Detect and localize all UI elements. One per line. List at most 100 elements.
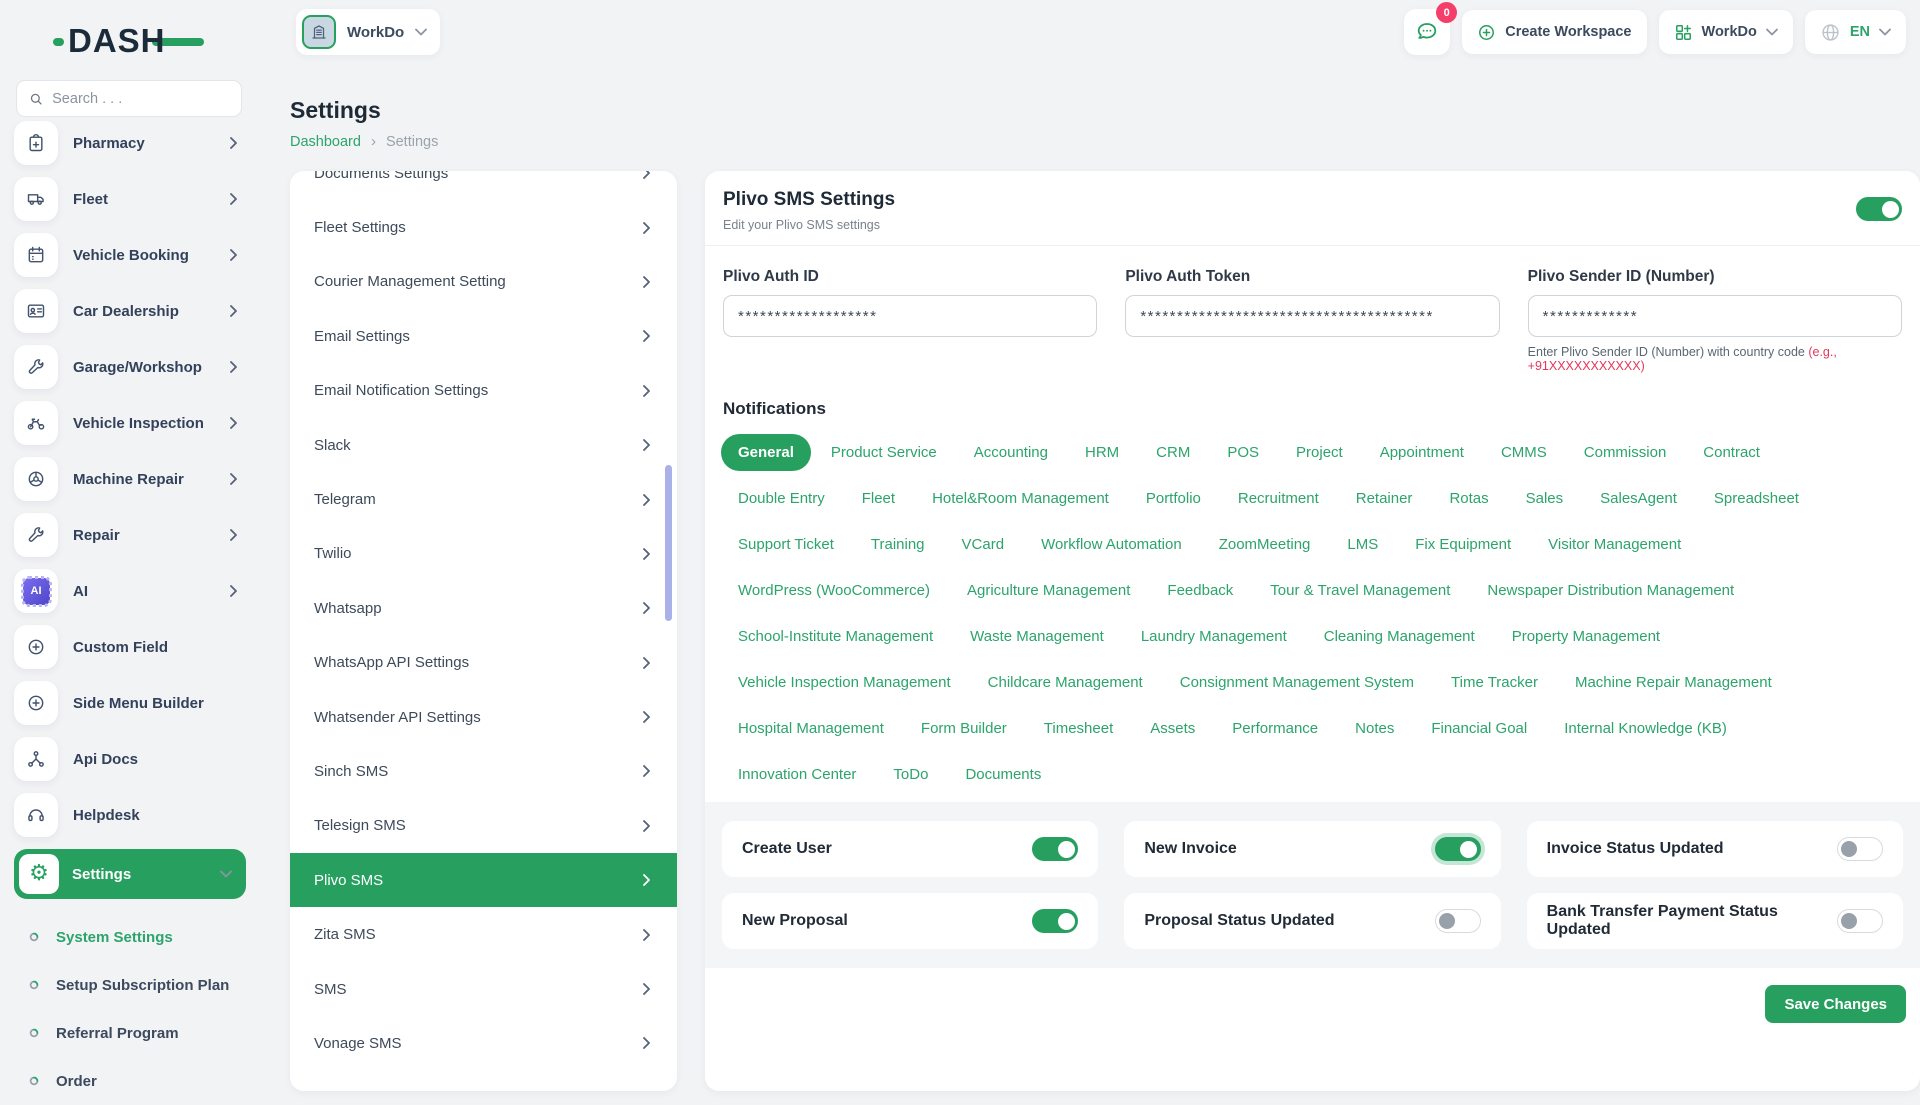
sidebar-subitem[interactable]: Setup Subscription Plan — [14, 961, 246, 1009]
notification-tab[interactable]: General — [721, 434, 811, 471]
sidebar-subitem[interactable]: Referral Program — [14, 1009, 246, 1057]
plivo-auth-token-input[interactable]: **************************************** — [1125, 295, 1500, 337]
notification-tab[interactable]: CMMS — [1484, 434, 1564, 471]
settings-menu-item[interactable]: Telesign SMS — [290, 799, 677, 853]
settings-menu-item[interactable]: Whatsapp — [290, 581, 677, 635]
notification-tab[interactable]: ZoomMeeting — [1202, 526, 1328, 563]
toggle-switch[interactable] — [1434, 909, 1481, 933]
notification-tab[interactable]: Performance — [1215, 710, 1335, 747]
notification-tab[interactable]: Commission — [1567, 434, 1684, 471]
sidebar-item-custom-field[interactable]: Custom Field — [14, 625, 246, 669]
settings-menu-item[interactable]: Twilio — [290, 527, 677, 581]
sidebar-item-api-docs[interactable]: Api Docs — [14, 737, 246, 781]
sidebar-item-repair[interactable]: Repair — [14, 513, 246, 557]
notification-tab[interactable]: Cleaning Management — [1307, 618, 1492, 655]
notification-tab[interactable]: Form Builder — [904, 710, 1024, 747]
notification-tab[interactable]: Training — [854, 526, 942, 563]
settings-menu-item[interactable]: Whatsender API Settings — [290, 690, 677, 744]
settings-menu-item[interactable]: Vonage SMS — [290, 1016, 677, 1070]
settings-menu-item[interactable]: SMS — [290, 962, 677, 1016]
notification-tab[interactable]: Project — [1279, 434, 1360, 471]
menu-scrollbar-thumb[interactable] — [665, 465, 672, 621]
messenger-button[interactable]: 0 — [1404, 2, 1458, 55]
toggle-switch[interactable] — [1434, 837, 1481, 861]
notification-tab[interactable]: Documents — [948, 756, 1058, 793]
notification-tab[interactable]: Double Entry — [721, 480, 842, 517]
notification-tab[interactable]: Notes — [1338, 710, 1411, 747]
sidebar-search[interactable] — [16, 80, 242, 117]
notification-tab[interactable]: Agriculture Management — [950, 572, 1147, 609]
workdo-apps-button[interactable]: WorkDo — [1658, 10, 1793, 54]
notification-tab[interactable]: Fleet — [845, 480, 912, 517]
settings-menu-item[interactable]: Zita SMS — [290, 907, 677, 961]
settings-menu-item[interactable]: Plivo SMS — [290, 853, 677, 908]
toggle-switch[interactable] — [1032, 909, 1079, 933]
notification-tab[interactable]: Feedback — [1150, 572, 1250, 609]
notification-tab[interactable]: Tour & Travel Management — [1253, 572, 1467, 609]
notification-tab[interactable]: Machine Repair Management — [1558, 664, 1789, 701]
notification-tab[interactable]: Retainer — [1339, 480, 1430, 517]
settings-menu-item[interactable]: Slack — [290, 418, 677, 472]
notification-tab[interactable]: WordPress (WooCommerce) — [721, 572, 947, 609]
notification-tab[interactable]: Spreadsheet — [1697, 480, 1816, 517]
language-selector[interactable]: EN — [1804, 10, 1906, 54]
toggle-switch[interactable] — [1837, 909, 1883, 933]
notification-tab[interactable]: Recruitment — [1221, 480, 1336, 517]
notification-tab[interactable]: Fix Equipment — [1398, 526, 1528, 563]
notification-tab[interactable]: Appointment — [1363, 434, 1481, 471]
notification-tab[interactable]: School-Institute Management — [721, 618, 950, 655]
notification-tab[interactable]: Workflow Automation — [1024, 526, 1199, 563]
sidebar-item-machine-repair[interactable]: Machine Repair — [14, 457, 246, 501]
settings-menu-item[interactable]: WhatsApp API Settings — [290, 636, 677, 690]
notification-tab[interactable]: CRM — [1139, 434, 1207, 471]
sidebar-subitem[interactable]: System Settings — [14, 913, 246, 961]
notification-tab[interactable]: Hotel&Room Management — [915, 480, 1126, 517]
notification-tab[interactable]: POS — [1210, 434, 1276, 471]
settings-menu-item[interactable]: Courier Management Setting — [290, 255, 677, 309]
notification-tab[interactable]: Consignment Management System — [1163, 664, 1431, 701]
settings-menu-item[interactable]: Documents Settings — [290, 171, 677, 200]
notification-tab[interactable]: Time Tracker — [1434, 664, 1555, 701]
notification-tab[interactable]: Rotas — [1432, 480, 1505, 517]
dash-logo[interactable]: DASH — [53, 20, 204, 62]
workspace-selector[interactable]: WorkDo — [296, 9, 441, 55]
module-enabled-toggle[interactable] — [1856, 197, 1902, 221]
sidebar-item-car-dealership[interactable]: Car Dealership — [14, 289, 246, 333]
notification-tab[interactable]: Property Management — [1495, 618, 1677, 655]
sidebar-item-garage-workshop[interactable]: Garage/Workshop — [14, 345, 246, 389]
create-workspace-button[interactable]: Create Workspace — [1462, 10, 1647, 54]
notification-tab[interactable]: Visitor Management — [1531, 526, 1698, 563]
notification-tab[interactable]: VCard — [945, 526, 1022, 563]
notification-tab[interactable]: Innovation Center — [721, 756, 873, 793]
notification-tab[interactable]: Support Ticket — [721, 526, 851, 563]
notification-tab[interactable]: Vehicle Inspection Management — [721, 664, 968, 701]
notification-tab[interactable]: Newspaper Distribution Management — [1470, 572, 1751, 609]
sidebar-item-pharmacy[interactable]: Pharmacy — [14, 121, 246, 165]
settings-menu-item[interactable]: Email Notification Settings — [290, 364, 677, 418]
notification-tab[interactable]: Laundry Management — [1124, 618, 1304, 655]
sidebar-item-ai[interactable]: AI AI — [14, 569, 246, 613]
sidebar-item-fleet[interactable]: Fleet — [14, 177, 246, 221]
notification-tab[interactable]: Childcare Management — [971, 664, 1160, 701]
sidebar-item-vehicle-booking[interactable]: Vehicle Booking — [14, 233, 246, 277]
notification-tab[interactable]: SalesAgent — [1583, 480, 1694, 517]
settings-menu-item[interactable]: Email Settings — [290, 309, 677, 363]
notification-tab[interactable]: Sales — [1509, 480, 1581, 517]
notification-tab[interactable]: LMS — [1330, 526, 1395, 563]
notification-tab[interactable]: ToDo — [876, 756, 945, 793]
plivo-sender-id-input[interactable]: ************* — [1527, 295, 1902, 337]
sidebar-item-settings[interactable]: ⚙ Settings — [14, 849, 246, 899]
notification-tab[interactable]: Timesheet — [1027, 710, 1130, 747]
notification-tab[interactable]: Product Service — [814, 434, 954, 471]
sidebar-item-vehicle-inspection[interactable]: Vehicle Inspection — [14, 401, 246, 445]
toggle-switch[interactable] — [1837, 837, 1883, 861]
notification-tab[interactable]: Financial Goal — [1414, 710, 1544, 747]
notification-tab[interactable]: Internal Knowledge (KB) — [1547, 710, 1744, 747]
sidebar-item-side-menu-builder[interactable]: Side Menu Builder — [14, 681, 246, 725]
sidebar-subitem[interactable]: Order — [14, 1057, 246, 1105]
notification-tab[interactable]: Hospital Management — [721, 710, 901, 747]
search-input[interactable] — [52, 90, 229, 107]
save-changes-button[interactable]: Save Changes — [1765, 985, 1906, 1023]
plivo-auth-id-input[interactable]: ******************* — [723, 295, 1098, 337]
notification-tab[interactable]: Accounting — [957, 434, 1065, 471]
